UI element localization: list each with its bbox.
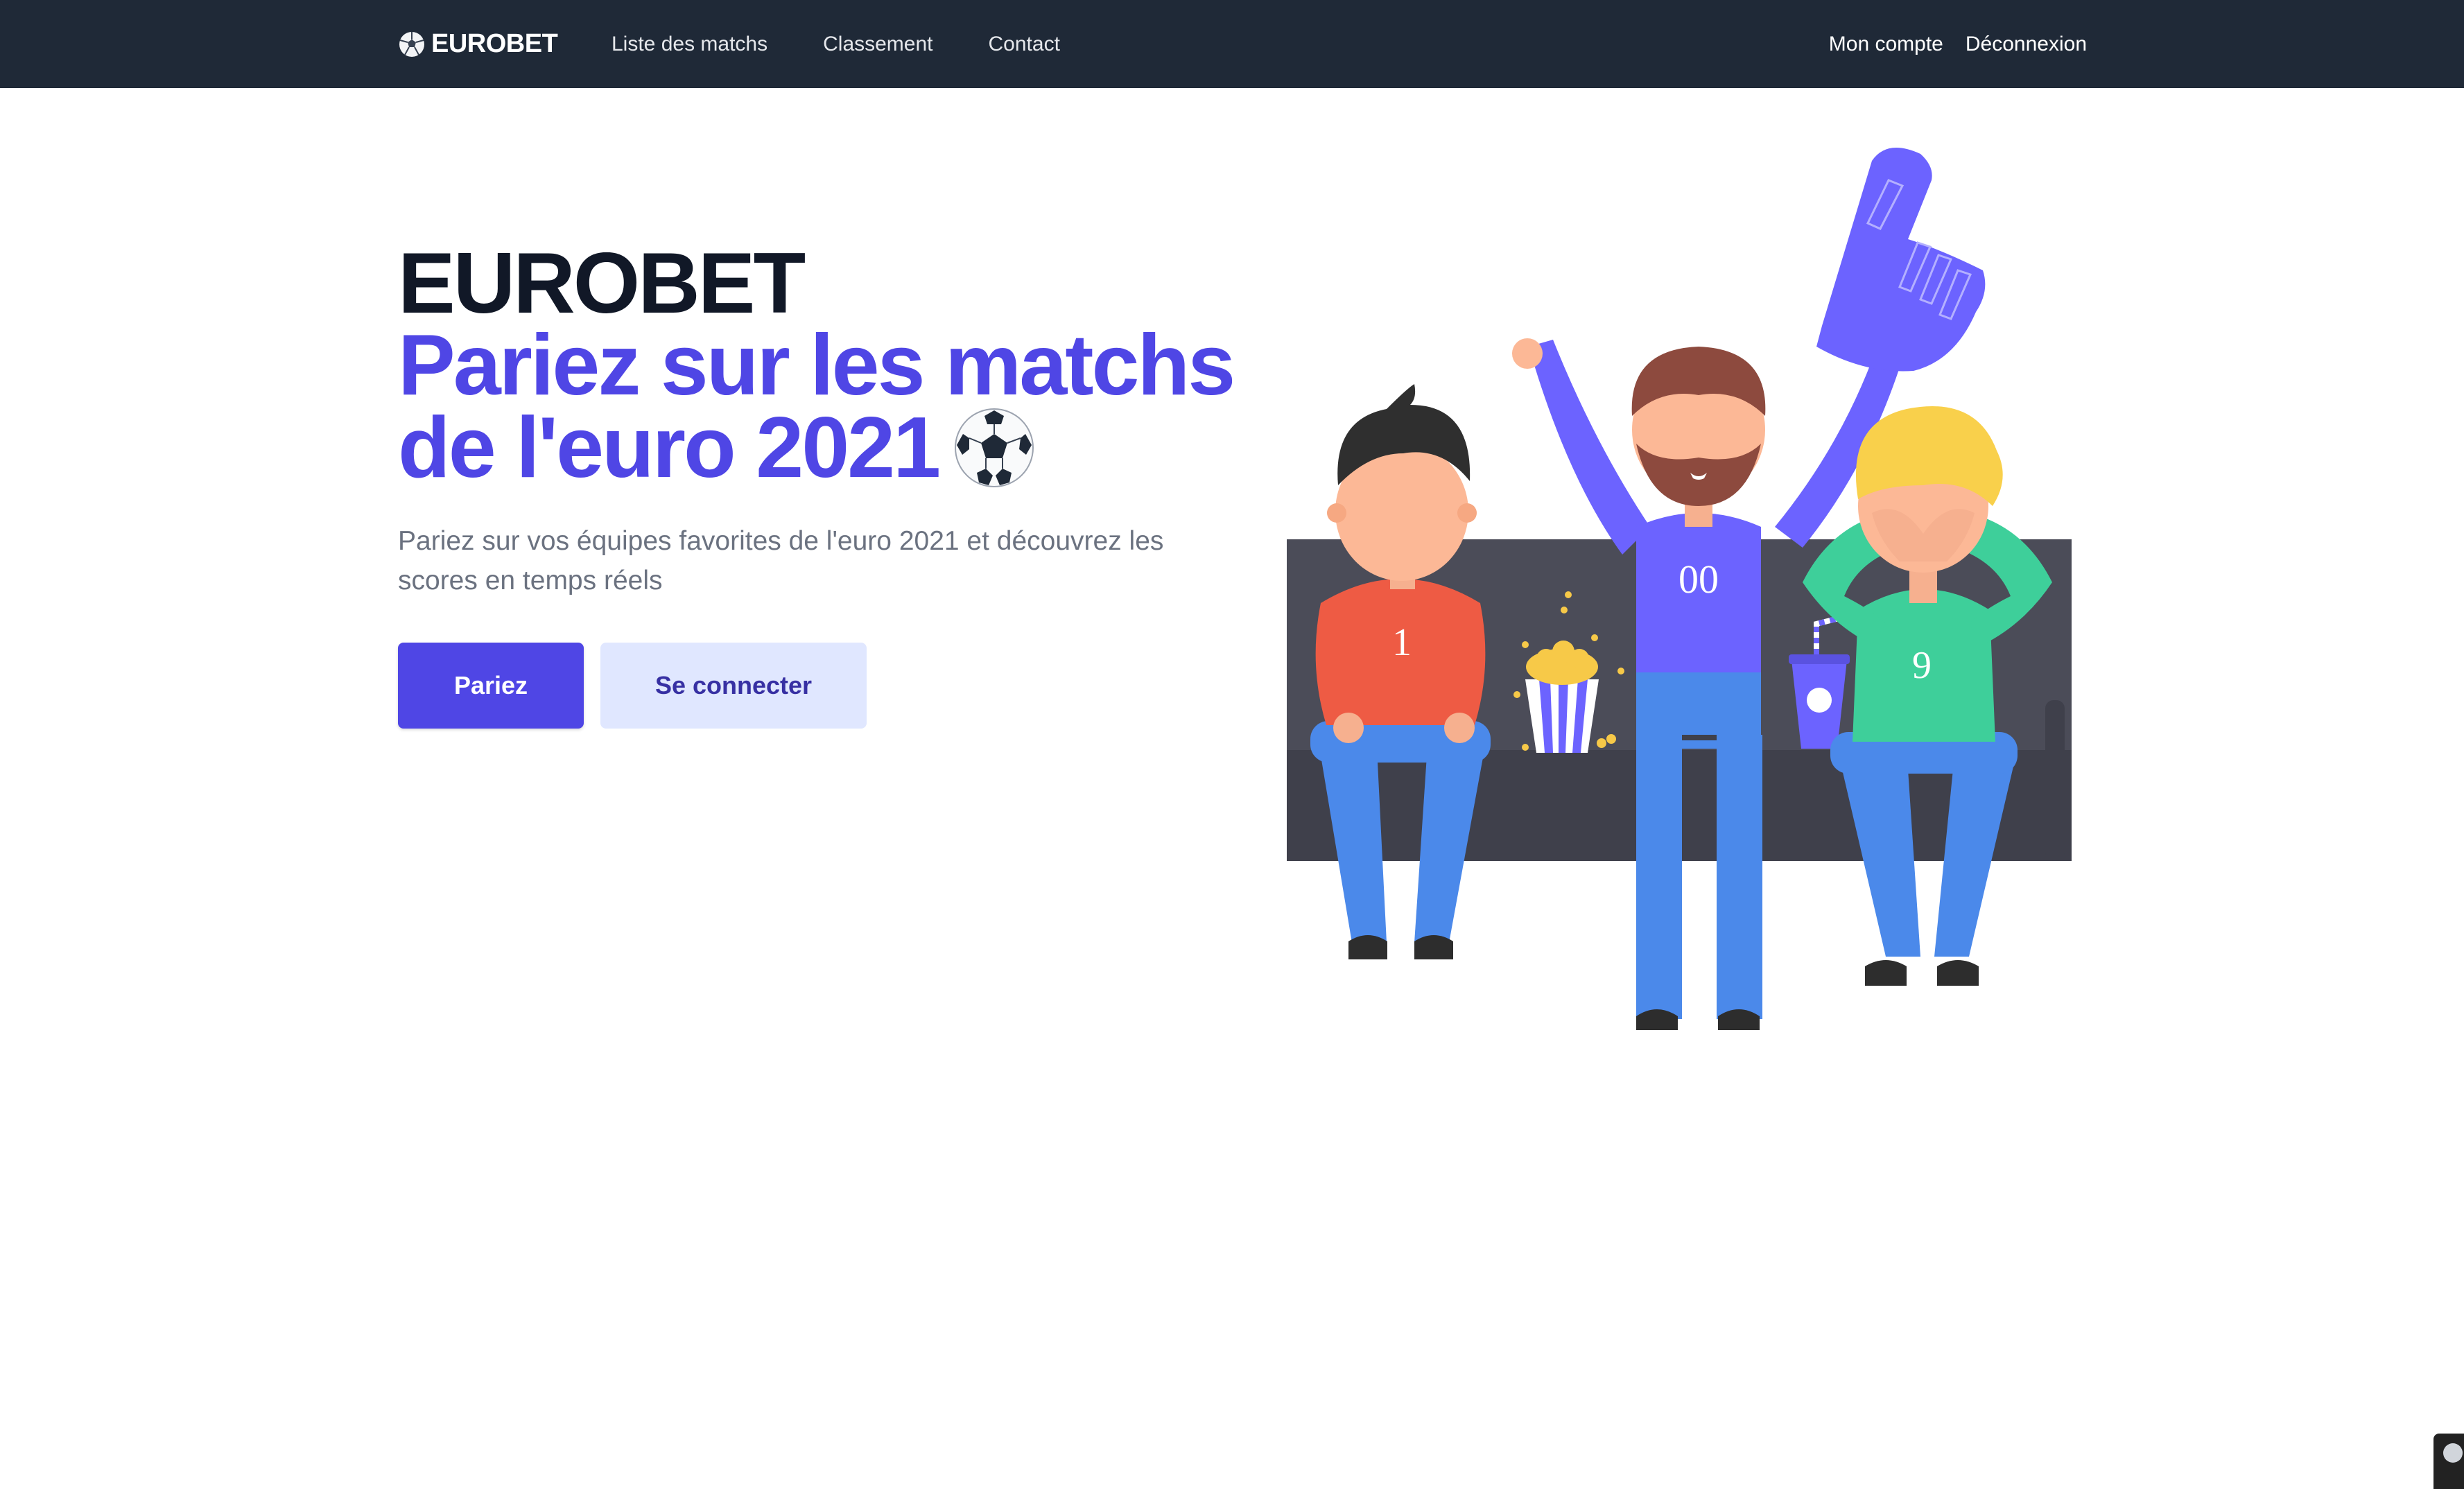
login-button[interactable]: Se connecter: [600, 643, 867, 729]
nav-link-matches[interactable]: Liste des matchs: [611, 33, 767, 56]
nav-link-account[interactable]: Mon compte: [1829, 33, 1943, 56]
hero-title-brand: EUROBET: [398, 236, 806, 331]
top-navbar: EUROBET Liste des matchs Classement Cont…: [0, 0, 2464, 88]
debug-toolbar-toggle[interactable]: [2433, 1434, 2464, 1489]
soccer-ball-icon: [399, 31, 424, 57]
soccer-ball-icon: [955, 408, 1034, 487]
nav-links: Liste des matchs Classement Contact: [611, 0, 1116, 88]
nav-link-logout[interactable]: Déconnexion: [1966, 33, 2087, 56]
fan-center-number: 00: [1678, 557, 1719, 602]
fan-left-number: 1: [1392, 621, 1412, 664]
hero-title-tagline-2-wrap: de l'euro 2021: [398, 400, 1233, 496]
nav-link-contact[interactable]: Contact: [989, 33, 1060, 56]
hero-subtitle: Pariez sur vos équipes favorites de l'eu…: [398, 526, 1164, 595]
fan-right-number: 9: [1912, 644, 1932, 687]
bet-button[interactable]: Pariez: [398, 643, 584, 729]
brand-logo-link[interactable]: EUROBET: [398, 0, 558, 88]
symfony-icon: [2443, 1443, 2463, 1463]
fan-left: 1: [1310, 384, 1491, 959]
nav-account-links: Mon compte Déconnexion: [1829, 0, 2087, 88]
brand-name: EUROBET: [431, 29, 558, 58]
hero-title: EUROBET Pariez sur les matchs de l'euro …: [398, 236, 1235, 496]
nav-link-ranking[interactable]: Classement: [823, 33, 932, 56]
fans-illustration: 1 00 9: [1287, 148, 2072, 1030]
hero-title-tagline-1: Pariez sur les matchs: [398, 317, 1235, 413]
hero-title-tagline-2: de l'euro 2021: [398, 400, 941, 496]
